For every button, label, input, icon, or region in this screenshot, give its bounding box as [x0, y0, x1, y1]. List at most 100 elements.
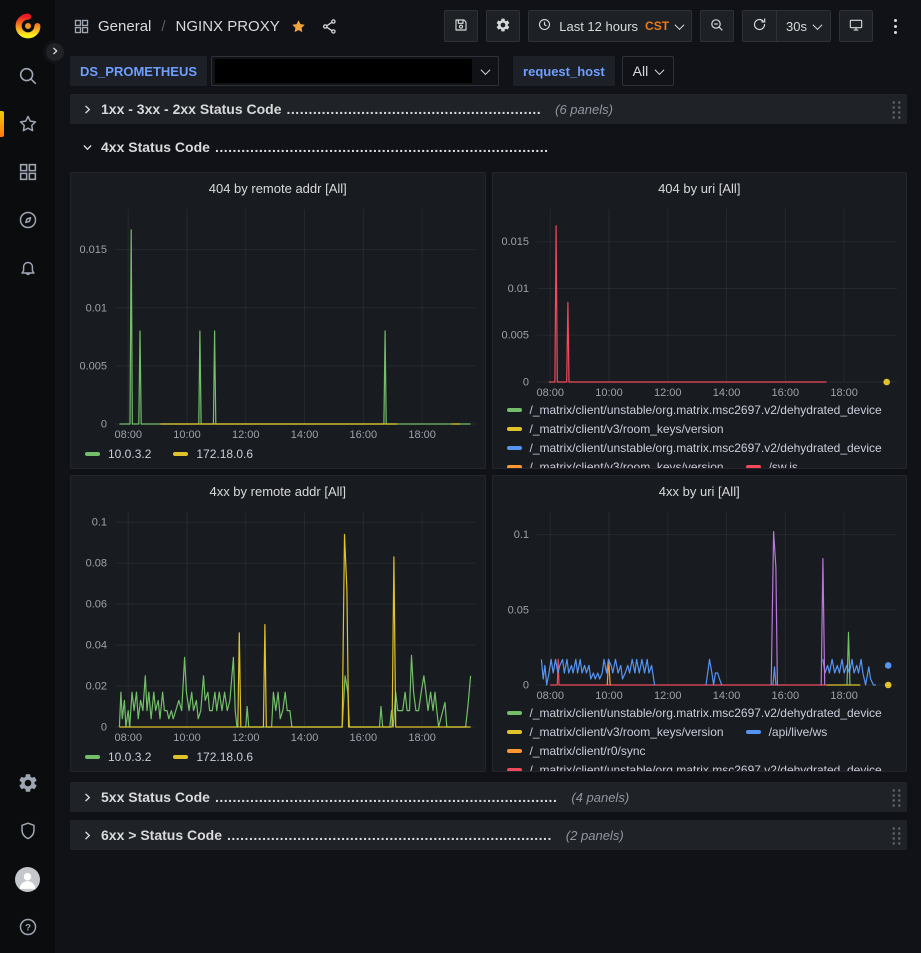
sidebar-item-help[interactable]: ?	[0, 903, 55, 951]
kebab-menu-button[interactable]	[881, 10, 909, 42]
monitor-icon	[848, 17, 864, 36]
legend-series-swatch	[173, 755, 188, 759]
refresh-button[interactable]	[743, 11, 776, 41]
panel-title[interactable]: 404 by uri [All]	[493, 173, 907, 203]
chevron-down-icon	[813, 20, 823, 30]
panel-title[interactable]: 4xx by uri [All]	[493, 476, 907, 506]
row-panel-count: (4 panels)	[571, 790, 629, 805]
sidebar-item-configuration[interactable]	[0, 759, 55, 807]
legend-item[interactable]: /_matrix/client/v3/room_keys/version	[507, 460, 724, 470]
legend-item[interactable]: /api/live/ws	[746, 725, 828, 739]
legend-item[interactable]: /_matrix/client/unstable/org.matrix.msc2…	[507, 441, 882, 455]
legend-series-label: /_matrix/client/r0/sync	[530, 744, 646, 758]
panel-title[interactable]: 4xx by remote addr [All]	[71, 476, 485, 506]
save-dashboard-button[interactable]	[444, 10, 478, 42]
svg-text:0.05: 0.05	[507, 604, 528, 616]
dashboard-settings-button[interactable]	[486, 10, 520, 42]
breadcrumb-separator: /	[161, 18, 165, 35]
svg-text:0.1: 0.1	[513, 529, 528, 541]
svg-text:14:00: 14:00	[291, 732, 319, 744]
request-host-variable-dropdown[interactable]: All	[622, 56, 675, 86]
sidebar-item-profile[interactable]	[0, 855, 55, 903]
sidebar-nav-bottom: ?	[0, 759, 55, 953]
bell-icon	[17, 257, 39, 279]
sidebar-item-dashboards[interactable]	[0, 148, 55, 196]
row-drag-handle-icon[interactable]	[890, 787, 901, 807]
panel-title[interactable]: 404 by remote addr [All]	[71, 173, 485, 203]
timeseries-chart-4xx-by-uri[interactable]: 00.050.108:0010:0012:0014:0016:0018:00	[493, 506, 907, 702]
search-icon	[17, 65, 39, 87]
share-icon[interactable]	[321, 18, 338, 35]
svg-text:0.08: 0.08	[86, 558, 107, 570]
legend-item[interactable]: 10.0.3.2	[85, 750, 151, 764]
timeseries-chart-404-by-remote-addr[interactable]: 00.0050.010.01508:0010:0012:0014:0016:00…	[71, 203, 485, 441]
legend-item[interactable]: 172.18.0.6	[173, 447, 253, 461]
row-title-leader: ........................................…	[215, 139, 549, 155]
favorite-star-icon[interactable]	[290, 18, 307, 35]
compass-icon	[17, 209, 39, 231]
legend-series-label: /_matrix/client/v3/room_keys/version	[530, 725, 724, 739]
legend-row: 10.0.3.2 172.18.0.6	[85, 442, 475, 466]
tv-mode-button[interactable]	[839, 10, 873, 42]
svg-text:18:00: 18:00	[830, 690, 858, 702]
zoom-out-icon	[709, 17, 725, 36]
refresh-interval-dropdown[interactable]: 30s	[776, 11, 830, 41]
dashboard-canvas: 1xx - 3xx - 2xx Status Code ............…	[55, 90, 921, 850]
legend-series-swatch	[85, 452, 100, 456]
sidebar-item-alerting[interactable]	[0, 244, 55, 292]
zoom-out-time-button[interactable]	[700, 10, 734, 42]
save-icon	[453, 17, 469, 36]
time-range-picker[interactable]: Last 12 hours CST	[528, 10, 692, 42]
row-drag-handle-icon[interactable]	[890, 99, 901, 119]
legend-series-label: /_matrix/client/unstable/org.matrix.msc2…	[530, 441, 882, 455]
svg-text:0: 0	[101, 419, 107, 431]
legend-item[interactable]: /_matrix/client/unstable/org.matrix.msc2…	[507, 706, 882, 720]
timeseries-chart-404-by-uri[interactable]: 00.0050.010.01508:0010:0012:0014:0016:00…	[493, 203, 907, 399]
legend-item[interactable]: /_matrix/client/v3/room_keys/version	[507, 725, 724, 739]
svg-text:16:00: 16:00	[350, 732, 378, 744]
time-range-label: Last 12 hours	[559, 19, 638, 34]
legend-series-swatch	[507, 408, 522, 412]
svg-text:14:00: 14:00	[712, 690, 740, 702]
timeseries-chart-4xx-by-remote-addr[interactable]: 00.020.040.060.080.108:0010:0012:0014:00…	[71, 506, 485, 744]
legend-item[interactable]: 10.0.3.2	[85, 447, 151, 461]
legend-item[interactable]: /_matrix/client/unstable/org.matrix.msc2…	[507, 763, 882, 773]
legend-item[interactable]: /_matrix/client/unstable/org.matrix.msc2…	[507, 403, 882, 417]
svg-text:0.005: 0.005	[501, 330, 529, 342]
sidebar-item-explore[interactable]	[0, 196, 55, 244]
legend-series-label: 172.18.0.6	[196, 750, 253, 764]
row-4xx[interactable]: 4xx Status Code ........................…	[70, 132, 907, 162]
svg-text:0.1: 0.1	[92, 517, 107, 529]
datasource-variable-dropdown[interactable]	[211, 56, 499, 86]
panel-4xx-by-uri: 4xx by uri [All] 00.050.108:0010:0012:00…	[492, 475, 908, 772]
row-6xx[interactable]: 6xx > Status Code ......................…	[70, 820, 907, 850]
dashboards-grid-icon	[17, 161, 39, 183]
row-5xx[interactable]: 5xx Status Code ........................…	[70, 782, 907, 812]
sidebar-item-starred[interactable]	[0, 100, 55, 148]
legend-item[interactable]: /_matrix/client/v3/room_keys/version	[507, 422, 724, 436]
row-drag-handle-icon[interactable]	[890, 825, 901, 845]
request-host-variable-label: request_host	[513, 56, 615, 86]
legend-item[interactable]: /_matrix/client/r0/sync	[507, 744, 646, 758]
sidebar-item-server-admin[interactable]	[0, 807, 55, 855]
legend-series-swatch	[173, 452, 188, 456]
svg-text:0.06: 0.06	[86, 599, 107, 611]
request-host-variable-value: All	[633, 63, 649, 79]
svg-text:08:00: 08:00	[536, 387, 564, 399]
row-1xx-3xx-2xx[interactable]: 1xx - 3xx - 2xx Status Code ............…	[70, 94, 907, 124]
svg-text:10:00: 10:00	[595, 690, 623, 702]
svg-text:10:00: 10:00	[173, 732, 201, 744]
legend-item[interactable]: /sw.js	[746, 460, 798, 470]
sidebar-expand-button[interactable]	[43, 40, 67, 64]
svg-text:18:00: 18:00	[408, 732, 436, 744]
legend-item[interactable]: 172.18.0.6	[173, 750, 253, 764]
svg-text:18:00: 18:00	[830, 387, 858, 399]
legend-series-label: 10.0.3.2	[108, 750, 151, 764]
svg-text:12:00: 12:00	[654, 387, 682, 399]
breadcrumb-folder[interactable]: General	[98, 18, 151, 35]
legend-series-label: /api/live/ws	[769, 725, 828, 739]
svg-text:0.005: 0.005	[79, 360, 107, 372]
legend-series-swatch	[507, 749, 522, 753]
refresh-group: 30s	[742, 10, 831, 42]
legend-row: /_matrix/client/unstable/org.matrix.msc2…	[507, 703, 897, 722]
